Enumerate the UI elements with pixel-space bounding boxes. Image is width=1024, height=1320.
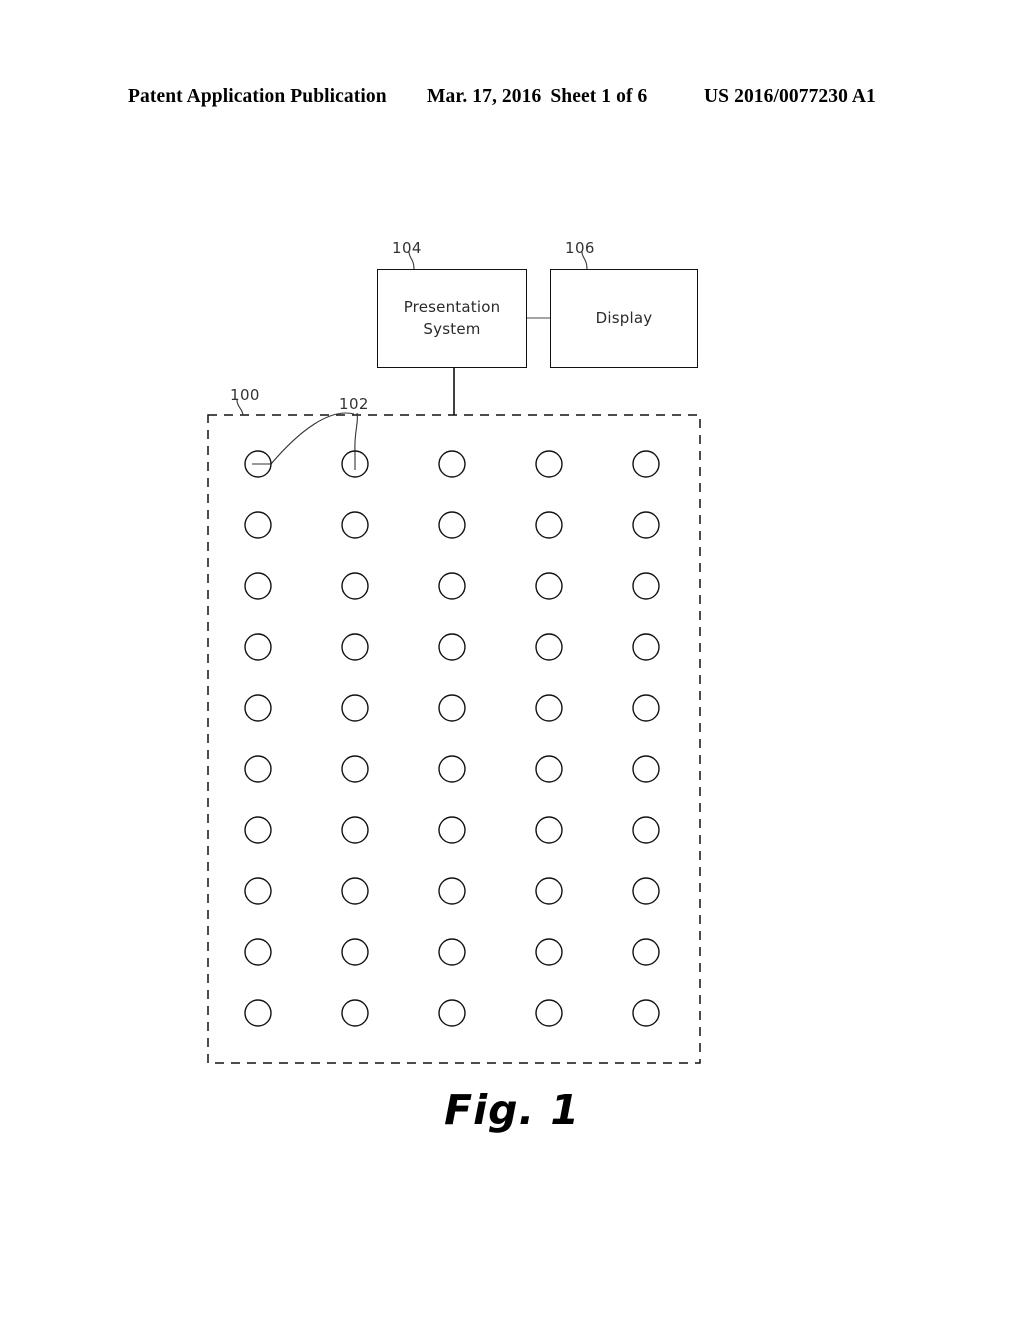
grid-circle: [535, 572, 563, 600]
reference-numeral-102: 102: [339, 395, 369, 413]
grid-circle: [244, 572, 272, 600]
reference-numeral-104: 104: [392, 239, 422, 257]
grid-circle: [244, 694, 272, 722]
reference-numeral-100: 100: [230, 386, 260, 404]
grid-circle: [632, 755, 660, 783]
grid-circle: [341, 572, 369, 600]
grid-circle: [632, 694, 660, 722]
grid-circle: [438, 755, 466, 783]
grid-circle: [632, 633, 660, 661]
grid-circle: [535, 999, 563, 1027]
grid-circle: [341, 877, 369, 905]
reference-numeral-106: 106: [565, 239, 595, 257]
grid-circle: [438, 816, 466, 844]
grid-circle: [632, 572, 660, 600]
grid-circle: [438, 999, 466, 1027]
leader-line-102-to-circle-b: [354, 412, 358, 452]
grid-circle: [535, 877, 563, 905]
grid-circle: [244, 816, 272, 844]
grid-circle: [244, 755, 272, 783]
grid-circle: [535, 450, 563, 478]
grid-circle: [438, 572, 466, 600]
grid-circle: [535, 511, 563, 539]
grid-circle: [438, 877, 466, 905]
grid-circle: [438, 694, 466, 722]
grid-circle: [438, 633, 466, 661]
figure-1-drawing: Presentation System Display 104 106 100 1…: [0, 0, 1024, 1320]
grid-circle: [341, 694, 369, 722]
block-presentation-system: Presentation System: [377, 269, 527, 368]
grid-circle: [632, 877, 660, 905]
grid-circle: [341, 633, 369, 661]
figure-caption: Fig. 1: [444, 1086, 580, 1134]
grid-circle: [341, 938, 369, 966]
grid-circle: [244, 938, 272, 966]
grid-circle: [535, 694, 563, 722]
grid-circle: [535, 938, 563, 966]
grid-circle: [438, 450, 466, 478]
grid-circle: [632, 816, 660, 844]
grid-circle: [632, 511, 660, 539]
grid-circle: [438, 511, 466, 539]
block-presentation-system-label: Presentation System: [403, 297, 501, 338]
grid-circle: [244, 633, 272, 661]
circle-grid: [244, 450, 660, 1027]
grid-circle: [244, 999, 272, 1027]
grid-circle: [244, 511, 272, 539]
block-display: Display: [550, 269, 698, 368]
grid-circle: [341, 511, 369, 539]
grid-circle: [632, 450, 660, 478]
grid-circle: [341, 816, 369, 844]
grid-circle: [341, 999, 369, 1027]
block-display-label: Display: [595, 308, 653, 327]
leader-line-102-to-circle-a: [270, 412, 355, 465]
grid-circle: [535, 816, 563, 844]
grid-circle: [632, 938, 660, 966]
grid-circle: [535, 633, 563, 661]
grid-circle: [632, 999, 660, 1027]
grid-circle: [438, 938, 466, 966]
grid-circle: [244, 877, 272, 905]
grid-circle: [341, 755, 369, 783]
grid-circle: [535, 755, 563, 783]
